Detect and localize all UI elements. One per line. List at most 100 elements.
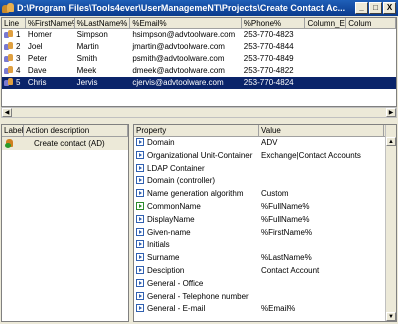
table-cell: Joel <box>27 42 43 51</box>
scroll-right-icon[interactable]: ▶ <box>386 108 396 117</box>
property-value-cell: %FullName% <box>261 214 310 224</box>
column-header[interactable]: Label <box>2 125 24 136</box>
property-row[interactable]: DisplayName %FullName% <box>134 214 396 227</box>
table-cell: Dave <box>27 66 47 75</box>
column-header[interactable]: %LastName% <box>75 18 131 28</box>
table-cell: 2 <box>2 41 26 53</box>
property-value-cell: %FullName% <box>261 201 310 211</box>
property-value-cell: %FirstName% <box>261 227 313 237</box>
table-cell: Martin <box>76 42 99 51</box>
properties-list: Property Value Domain ADV Organizational U… <box>133 124 397 322</box>
property-row[interactable]: Domain ADV <box>134 137 396 150</box>
table-cell: jmartin@advtoolware.com <box>132 42 225 51</box>
column-header[interactable]: Line <box>2 18 26 28</box>
property-row[interactable]: Initials <box>134 239 396 252</box>
properties-body: Domain ADV Organizational Unit-Container Ex… <box>134 137 396 316</box>
table-cell <box>346 41 396 53</box>
property-name-cell: General - Telephone number <box>134 291 259 304</box>
horizontal-scrollbar[interactable]: ◀ ▶ <box>1 107 397 118</box>
property-value-cell <box>259 291 384 304</box>
vertical-scrollbar[interactable]: ▲ ▼ <box>385 125 396 321</box>
property-icon <box>136 163 144 172</box>
list-item[interactable]: Create contact (AD) <box>2 137 128 150</box>
property-value-cell: %LastName% <box>261 253 312 263</box>
property-row[interactable]: Surname %LastName% <box>134 252 396 265</box>
property-icon <box>136 150 144 159</box>
table-row[interactable]: 5 Chris Jervis cjervis@advtoolware.com 253-7… <box>2 77 396 89</box>
property-value-cell: ADV <box>261 138 278 147</box>
property-value-cell: Custom <box>261 189 289 199</box>
property-row[interactable]: Given-name %FirstName% <box>134 227 396 240</box>
property-name-cell: Name generation algorithm <box>134 188 259 201</box>
property-name-cell: Surname <box>134 252 259 265</box>
minimize-button[interactable]: _ <box>355 2 368 14</box>
table-cell <box>305 65 346 77</box>
scroll-left-icon[interactable]: ◀ <box>2 108 12 117</box>
table-cell: 253-770-4849 <box>243 54 294 63</box>
property-value-cell: Contact Account <box>261 265 320 275</box>
title-bar[interactable]: D:\Program Files\Tools4ever\UserManageme… <box>0 0 398 16</box>
property-row[interactable]: Domain (controller) <box>134 175 396 188</box>
table-cell: 253-770-4844 <box>243 42 294 51</box>
column-header[interactable]: %Phone% <box>242 18 306 28</box>
column-header[interactable]: Action description <box>24 125 128 136</box>
property-value-cell <box>259 278 384 291</box>
column-header[interactable]: Value <box>259 125 384 136</box>
table-row[interactable]: 4 Dave Meek dmeek@advtoolware.com 253-770-48… <box>2 65 396 77</box>
column-header[interactable]: Colum <box>346 18 396 28</box>
property-icon <box>136 227 144 236</box>
property-name-cell: Given-name <box>134 227 259 240</box>
grid-header: Line %FirstName% %LastName% %Email% %Pho… <box>2 18 396 29</box>
property-value-cell <box>259 175 384 188</box>
table-cell: 253-770-4823 <box>243 30 294 39</box>
scroll-up-icon[interactable]: ▲ <box>386 137 396 146</box>
table-cell <box>305 77 346 89</box>
property-icon <box>136 291 144 300</box>
column-header[interactable]: %FirstName% <box>26 18 75 28</box>
data-grid: Line %FirstName% %LastName% %Email% %Pho… <box>1 17 397 107</box>
table-row[interactable]: 1 Homer Simpson hsimpson@advtoolware.com 253… <box>2 29 396 41</box>
property-row[interactable]: Name generation algorithm Custom <box>134 188 396 201</box>
maximize-button[interactable]: □ <box>369 2 382 14</box>
grid-body: 1 Homer Simpson hsimpson@advtoolware.com 253… <box>2 29 396 89</box>
user-icon <box>4 42 15 51</box>
column-header[interactable]: Property <box>134 125 259 136</box>
scroll-down-icon[interactable]: ▼ <box>386 312 396 321</box>
property-name-cell: Domain (controller) <box>134 175 259 188</box>
table-cell: Simpson <box>76 30 108 39</box>
property-icon <box>136 214 144 223</box>
property-name-cell: General - E-mail <box>134 303 259 316</box>
table-cell: cjervis@advtoolware.com <box>132 78 224 87</box>
property-row[interactable]: General - E-mail %Email% <box>134 303 396 316</box>
property-icon <box>136 176 144 185</box>
table-cell <box>305 53 346 65</box>
table-cell: hsimpson@advtoolware.com <box>132 30 236 39</box>
property-row[interactable]: Desciption Contact Account <box>134 265 396 278</box>
table-cell: 253-770-4824 <box>243 78 294 87</box>
property-row[interactable]: Organizational Unit-Container Exchange|Co… <box>134 150 396 163</box>
property-row[interactable]: CommonName %FullName% <box>134 201 396 214</box>
property-name-cell: Desciption <box>134 265 259 278</box>
property-row[interactable]: General - Telephone number <box>134 291 396 304</box>
actions-list: Label Action description Create contact … <box>1 124 129 322</box>
property-row[interactable]: LDAP Container <box>134 163 396 176</box>
property-icon <box>136 304 144 313</box>
column-header[interactable]: Column_E <box>305 18 347 28</box>
table-cell <box>305 29 346 41</box>
table-cell: 3 <box>2 53 26 65</box>
property-name-cell: Organizational Unit-Container <box>134 150 259 163</box>
table-cell <box>346 65 396 77</box>
table-cell <box>305 41 346 53</box>
property-icon <box>136 138 144 146</box>
table-row[interactable]: 2 Joel Martin jmartin@advtoolware.com 253-77… <box>2 41 396 53</box>
property-name-cell: General - Office <box>134 278 259 291</box>
table-row[interactable]: 3 Peter Smith psmith@advtoolware.com 253-770… <box>2 53 396 65</box>
column-header[interactable]: %Email% <box>130 18 242 28</box>
property-value-cell: Exchange|Contact Accounts <box>261 150 361 160</box>
close-button[interactable]: X <box>383 2 396 14</box>
app-window: D:\Program Files\Tools4ever\UserManageme… <box>0 0 398 324</box>
property-row[interactable]: General - Office <box>134 278 396 291</box>
property-name-cell: Domain <box>134 137 259 150</box>
property-icon <box>136 240 144 249</box>
user-icon <box>4 30 15 39</box>
